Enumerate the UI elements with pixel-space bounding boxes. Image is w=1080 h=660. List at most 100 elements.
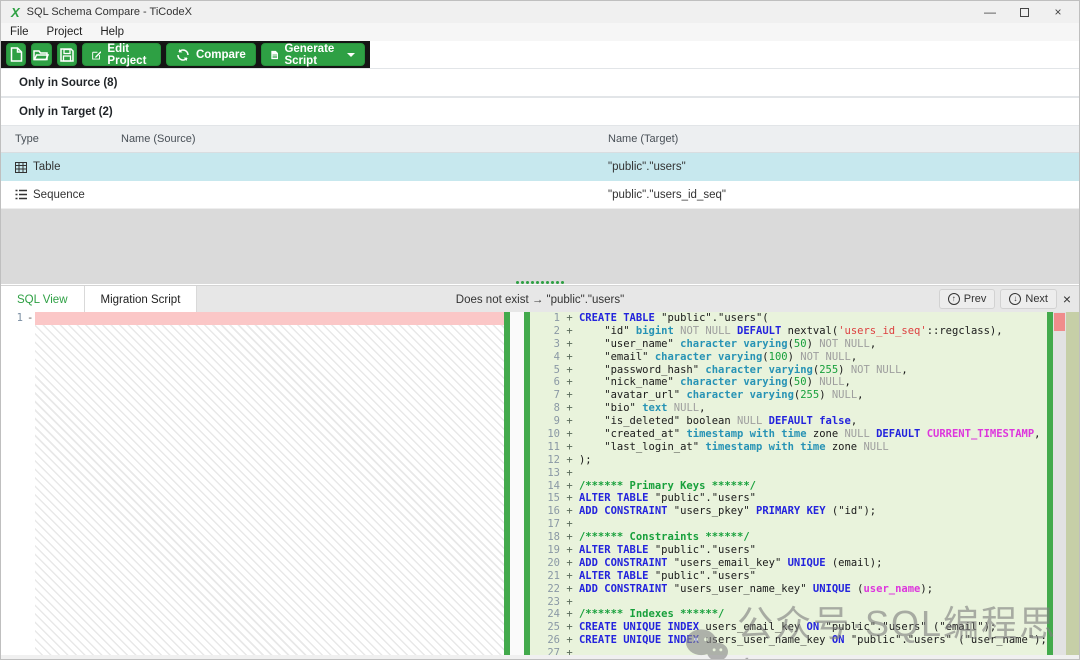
edit-project-label: Edit Project <box>107 43 151 67</box>
edit-project-button[interactable]: Edit Project <box>82 43 161 66</box>
code-line: 23 + <box>530 596 1047 609</box>
code-line: 22 + ADD CONSTRAINT "users_user_name_key… <box>530 583 1047 596</box>
scrollbar-removed-marker <box>1054 313 1065 331</box>
code-line: 27 + <box>530 647 1047 655</box>
app-window: X SQL Schema Compare - TiCodeX — × File … <box>0 0 1080 660</box>
new-file-icon <box>10 47 23 62</box>
code-line: 11 + "last_login_at" timestamp with time… <box>530 441 1047 454</box>
code-line: 14 + /****** Primary Keys ******/ <box>530 480 1047 493</box>
column-header-name-source[interactable]: Name (Source) <box>121 133 196 145</box>
row-type-label: Sequence <box>33 189 85 201</box>
tab-migration-script-label: Migration Script <box>101 294 181 306</box>
section-only-in-source[interactable]: Only in Source (8) <box>1 68 1079 97</box>
open-folder-icon <box>33 48 49 61</box>
title-bar: X SQL Schema Compare - TiCodeX — × <box>1 1 1079 23</box>
window-controls: — × <box>973 1 1075 23</box>
code-line: 26 + CREATE UNIQUE INDEX users_user_name… <box>530 634 1047 647</box>
bottom-tabs: SQL View Migration Script <box>1 286 197 313</box>
prev-label: Prev <box>964 293 987 305</box>
compare-button[interactable]: Compare <box>166 43 256 66</box>
next-label: Next <box>1025 293 1048 305</box>
diff-overview-ruler[interactable] <box>1066 312 1079 655</box>
generate-script-label: Generate Script <box>284 43 339 67</box>
code-line: 16 + ADD CONSTRAINT "users_pkey" PRIMARY… <box>530 505 1047 518</box>
code-line: 8 + "bio" text NULL, <box>530 402 1047 415</box>
bottom-panel-header: Does not exist → "public"."users" SQL Vi… <box>1 285 1079 312</box>
code-line: 9 + "is_deleted" boolean NULL DEFAULT fa… <box>530 415 1047 428</box>
menu-file[interactable]: File <box>1 23 38 41</box>
removed-marker: - <box>27 312 33 324</box>
code-line: 2 + "id" bigint NOT NULL DEFAULT nextval… <box>530 325 1047 338</box>
next-button[interactable]: ↓ Next <box>1000 289 1057 309</box>
toolbar: Edit Project Compare Generate Script <box>1 41 370 68</box>
tab-sql-view[interactable]: SQL View <box>1 286 85 313</box>
open-project-button[interactable] <box>31 43 51 66</box>
tab-sql-view-label: SQL View <box>17 294 68 306</box>
table-row-users[interactable]: Table "public"."users" <box>1 153 1079 181</box>
diff-added-code[interactable]: 1 + CREATE TABLE "public"."users"(2 + "i… <box>530 312 1047 655</box>
diff-left-line: 1 - <box>1 312 504 325</box>
app-logo-icon: X <box>11 5 20 20</box>
code-line: 1 + CREATE TABLE "public"."users"( <box>530 312 1047 325</box>
maximize-button[interactable] <box>1007 1 1041 23</box>
compare-label: Compare <box>196 49 246 61</box>
line-number: 1 <box>1 312 23 324</box>
code-line: 15 + ALTER TABLE "public"."users" <box>530 492 1047 505</box>
chevron-down-icon <box>347 53 355 57</box>
table-icon <box>15 162 27 173</box>
column-header-name-target[interactable]: Name (Target) <box>608 133 678 145</box>
menu-bar: File Project Help <box>1 23 1079 41</box>
code-line: 18 + /****** Constraints ******/ <box>530 531 1047 544</box>
section-only-in-source-label: Only in Source (8) <box>19 77 117 89</box>
tab-migration-script[interactable]: Migration Script <box>85 286 198 313</box>
maximize-icon <box>1020 8 1029 17</box>
column-header-type[interactable]: Type <box>15 133 39 145</box>
script-icon <box>271 48 279 62</box>
code-line: 20 + ADD CONSTRAINT "users_email_key" UN… <box>530 557 1047 570</box>
menu-project[interactable]: Project <box>38 23 92 41</box>
code-line: 24 + /****** Indexes ******/ <box>530 608 1047 621</box>
edit-icon <box>92 48 102 62</box>
section-only-in-target[interactable]: Only in Target (2) <box>1 97 1079 126</box>
toolbar-row: Edit Project Compare Generate Script <box>1 41 1079 68</box>
generate-script-button[interactable]: Generate Script <box>261 43 365 66</box>
close-button[interactable]: × <box>1041 1 1075 23</box>
code-line: 4 + "email" character varying(100) NOT N… <box>530 351 1047 364</box>
row-name-target: "public"."users_id_seq" <box>608 189 726 201</box>
row-type-label: Table <box>33 161 61 173</box>
diff-panel-gap <box>510 312 524 655</box>
window-title: SQL Schema Compare - TiCodeX <box>27 6 192 18</box>
window-bottom-edge <box>1 655 1079 659</box>
arrow-up-icon: ↑ <box>948 293 960 305</box>
code-line: 12 + ); <box>530 454 1047 467</box>
code-line: 10 + "created_at" timestamp with time zo… <box>530 428 1047 441</box>
diff-navigation: ↑ Prev ↓ Next <box>939 289 1057 309</box>
code-line: 6 + "nick_name" character varying(50) NU… <box>530 376 1047 389</box>
arrow-down-icon: ↓ <box>1009 293 1021 305</box>
row-name-target: "public"."users" <box>608 161 686 173</box>
code-line: 25 + CREATE UNIQUE INDEX users_email_key… <box>530 621 1047 634</box>
new-project-button[interactable] <box>6 43 26 66</box>
code-line: 5 + "password_hash" character varying(25… <box>530 364 1047 377</box>
menu-help[interactable]: Help <box>91 23 133 41</box>
empty-source-hatch <box>35 325 504 655</box>
code-line: 7 + "avatar_url" character varying(255) … <box>530 389 1047 402</box>
diff-view: 1 - 1 + CREATE TABLE "public"."users"(2 … <box>1 312 1079 655</box>
code-scrollbar[interactable] <box>1053 312 1066 655</box>
splitter-handle[interactable] <box>516 281 564 284</box>
code-line: 17 + <box>530 518 1047 531</box>
section-only-in-target-label: Only in Target (2) <box>19 106 113 118</box>
table-row-users-id-seq[interactable]: Sequence "public"."users_id_seq" <box>1 181 1079 209</box>
save-project-button[interactable] <box>57 43 77 66</box>
minimize-button[interactable]: — <box>973 1 1007 23</box>
sequence-icon <box>15 189 27 200</box>
code-line: 13 + <box>530 467 1047 480</box>
code-line: 21 + ALTER TABLE "public"."users" <box>530 570 1047 583</box>
table-header: Type Name (Source) Name (Target) <box>1 126 1079 153</box>
panel-close-icon[interactable]: × <box>1059 291 1075 307</box>
code-line: 3 + "user_name" character varying(50) NO… <box>530 338 1047 351</box>
diff-left-gutter <box>1 312 35 655</box>
compare-icon <box>176 48 190 62</box>
save-icon <box>60 48 74 62</box>
prev-button[interactable]: ↑ Prev <box>939 289 996 309</box>
